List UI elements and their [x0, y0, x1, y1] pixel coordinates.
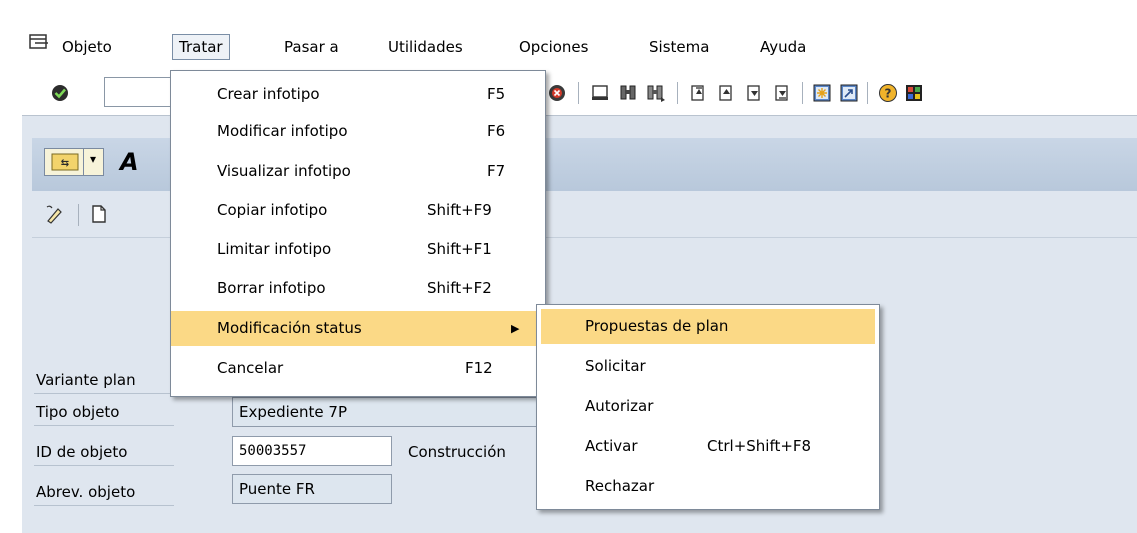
menu-item-limitar-infotipo[interactable]: Limitar infotipo Shift+F1 [171, 232, 545, 267]
next-page-icon[interactable] [744, 83, 764, 103]
tipo-objeto-field: Expediente 7P [232, 397, 572, 427]
menu-item-solicitar[interactable]: Solicitar [537, 349, 879, 384]
layout-icon[interactable] [904, 83, 924, 103]
menu-item-shortcut: Shift+F1 [427, 240, 492, 258]
toolbar-separator [78, 204, 79, 226]
menu-icon[interactable] [28, 32, 50, 52]
menu-tratar[interactable]: Tratar [172, 34, 230, 60]
menu-item-shortcut: F6 [487, 122, 506, 140]
toolbar-separator [578, 82, 579, 104]
menu-item-label: Visualizar infotipo [217, 162, 351, 180]
enter-check-icon[interactable] [50, 83, 70, 103]
other-object-button[interactable]: ⇆ ▾ [44, 148, 104, 176]
menu-item-shortcut: Shift+F2 [427, 279, 492, 297]
menu-item-shortcut: F7 [487, 162, 506, 180]
last-page-icon[interactable] [772, 83, 792, 103]
menu-item-label: Cancelar [217, 359, 284, 377]
toggle-divider [83, 149, 84, 175]
menu-item-cancelar[interactable]: Cancelar F12 [171, 351, 545, 386]
construccion-label: Construcción [408, 443, 506, 461]
label-tipo-objeto: Tipo objeto [36, 403, 120, 421]
menu-objeto[interactable]: Objeto [62, 36, 112, 58]
sap-app: Objeto Tratar Pasar a Utilidades Opcione… [0, 0, 1137, 533]
menu-item-crear-infotipo[interactable]: Crear infotipo F5 [171, 77, 545, 112]
menu-item-label: Propuestas de plan [585, 317, 729, 335]
chevron-down-icon: ▾ [90, 152, 97, 166]
toolbar-separator [867, 82, 868, 104]
toolbar-separator [677, 82, 678, 104]
menu-item-activar[interactable]: Activar Ctrl+Shift+F8 [537, 429, 879, 464]
tratar-menu: Crear infotipo F5 Modificar infotipo F6 … [170, 70, 546, 397]
menu-item-visualizar-infotipo[interactable]: Visualizar infotipo F7 [171, 154, 545, 189]
menu-item-modificar-infotipo[interactable]: Modificar infotipo F6 [171, 114, 545, 149]
label-id-objeto: ID de objeto [36, 443, 128, 461]
print-icon[interactable] [590, 83, 610, 103]
menu-item-label: Autorizar [585, 397, 654, 415]
menu-item-borrar-infotipo[interactable]: Borrar infotipo Shift+F2 [171, 271, 545, 306]
previous-page-icon[interactable] [716, 83, 736, 103]
svg-text:⇆: ⇆ [61, 158, 69, 169]
menu-item-copiar-infotipo[interactable]: Copiar infotipo Shift+F9 [171, 193, 545, 228]
menu-sistema[interactable]: Sistema [649, 36, 709, 58]
label-variante-plan: Variante plan [36, 371, 136, 389]
menu-item-label: Solicitar [585, 357, 646, 375]
other-object-icon: ⇆ [51, 153, 79, 171]
create-icon[interactable] [90, 204, 108, 224]
menu-item-autorizar[interactable]: Autorizar [537, 389, 879, 424]
menu-item-label: Rechazar [585, 477, 655, 495]
menu-item-label: Limitar infotipo [217, 240, 332, 258]
create-session-icon[interactable] [812, 83, 832, 103]
cancel-icon[interactable] [547, 83, 567, 103]
menu-item-label: Modificación status [217, 319, 362, 337]
label-abrev-objeto: Abrev. objeto [36, 483, 136, 501]
menu-pasar-a[interactable]: Pasar a [284, 36, 339, 58]
help-icon[interactable]: ? [878, 83, 898, 103]
abrev-objeto-field: Puente FR [232, 474, 392, 504]
menu-item-shortcut: F12 [465, 359, 493, 377]
find-next-icon[interactable] [646, 83, 666, 103]
submenu-arrow-icon: ▶ [511, 322, 520, 335]
edit-icon[interactable] [44, 204, 66, 224]
menu-item-shortcut: Shift+F9 [427, 201, 492, 219]
toolbar-separator [802, 82, 803, 104]
menu-item-rechazar[interactable]: Rechazar [537, 469, 879, 504]
menu-item-propuestas-de-plan[interactable]: Propuestas de plan [541, 309, 875, 344]
first-page-icon[interactable] [688, 83, 708, 103]
menu-opciones[interactable]: Opciones [519, 36, 588, 58]
menu-item-label: Borrar infotipo [217, 279, 326, 297]
menu-bar: Objeto Tratar Pasar a Utilidades Opcione… [22, 22, 1137, 68]
menu-ayuda[interactable]: Ayuda [760, 36, 806, 58]
id-objeto-input[interactable]: 50003557 [232, 436, 392, 466]
main-window: Objeto Tratar Pasar a Utilidades Opcione… [22, 22, 1137, 533]
menu-item-label: Activar [585, 437, 638, 455]
shortcut-icon[interactable] [839, 83, 859, 103]
find-icon[interactable] [618, 83, 638, 103]
menu-item-shortcut: F5 [487, 85, 506, 103]
page-title: A [120, 148, 139, 176]
status-submenu: Propuestas de plan Solicitar Autorizar A… [536, 304, 880, 510]
menu-item-shortcut: Ctrl+Shift+F8 [707, 437, 812, 455]
menu-item-modificacion-status[interactable]: Modificación status ▶ [171, 311, 545, 346]
svg-text:?: ? [885, 87, 892, 101]
menu-item-label: Crear infotipo [217, 85, 320, 103]
menu-item-label: Copiar infotipo [217, 201, 328, 219]
menu-utilidades[interactable]: Utilidades [388, 36, 463, 58]
menu-item-label: Modificar infotipo [217, 122, 348, 140]
